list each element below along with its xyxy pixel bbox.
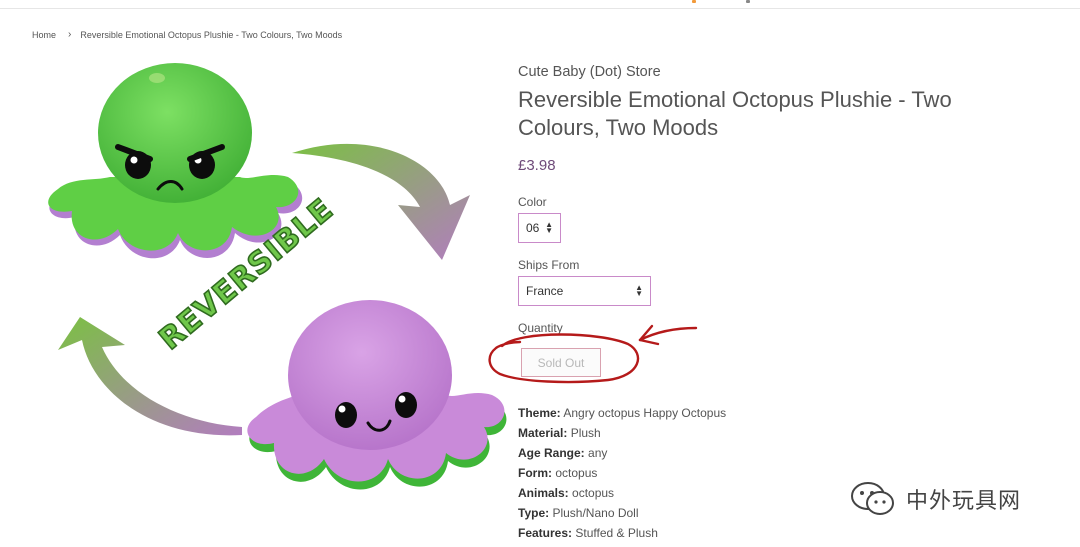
color-select-value: 06	[526, 221, 540, 235]
ships-from-select-value: France	[526, 284, 564, 298]
ships-from-label: Ships From	[518, 258, 580, 272]
spec-row: Type: Plush/Nano Doll	[518, 506, 639, 520]
spec-row: Material: Plush	[518, 426, 601, 440]
product-image[interactable]: REVERSIBLE	[30, 55, 510, 500]
wechat-icon	[851, 482, 894, 515]
header-accent	[688, 0, 768, 3]
spec-row: Theme: Angry octopus Happy Octopus	[518, 406, 727, 420]
breadcrumb-separator: ›	[68, 29, 72, 40]
spec-row: Age Range: any	[518, 446, 608, 460]
header-divider	[0, 8, 1080, 9]
product-price: £3.98	[518, 157, 556, 174]
product-vendor[interactable]: Cute Baby (Dot) Store	[518, 64, 661, 80]
watermark-text: 中外玩具网	[906, 489, 1022, 514]
color-select[interactable]: 06 ▲ ▼	[518, 213, 561, 243]
watermark: 中外玩具网	[850, 481, 1021, 517]
select-arrows-icon: ▲ ▼	[635, 283, 643, 298]
product-specs: Theme: Angry octopus Happy Octopus Mater…	[518, 403, 726, 543]
breadcrumb-home-link[interactable]: Home	[32, 30, 56, 40]
breadcrumb-current: Reversible Emotional Octopus Plushie - T…	[80, 29, 343, 40]
spec-row: Animals: octopus	[518, 486, 615, 500]
ships-from-select[interactable]: France ▲ ▼	[518, 276, 651, 306]
spec-row: Form: octopus	[518, 466, 598, 480]
purple-octopus	[247, 300, 507, 490]
product-title: Reversible Emotional Octopus Plushie - T…	[518, 87, 952, 140]
red-annotation	[488, 324, 698, 384]
spec-row: Features: Stuffed & Plush	[518, 526, 658, 540]
breadcrumb: Home › Reversible Emotional Octopus Plus…	[32, 29, 342, 40]
octopus-illustration: REVERSIBLE	[48, 63, 507, 490]
color-label: Color	[518, 195, 547, 209]
select-arrows-icon: ▲ ▼	[545, 220, 553, 235]
green-octopus	[48, 63, 303, 259]
